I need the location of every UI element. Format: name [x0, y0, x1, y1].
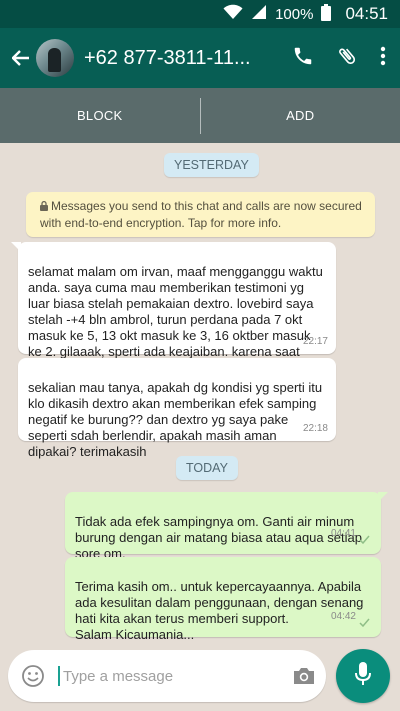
- clock: 04:51: [345, 4, 388, 23]
- add-button[interactable]: ADD: [201, 108, 400, 123]
- attach-icon[interactable]: [336, 44, 358, 73]
- text-caret: [58, 666, 60, 686]
- message-composer: Type a message: [8, 650, 326, 702]
- encryption-notice[interactable]: Messages you send to this chat and calls…: [26, 192, 375, 237]
- message-input-placeholder: Type a message: [63, 667, 174, 685]
- mic-icon: [354, 661, 372, 692]
- contact-name[interactable]: +62 877-3811-11...: [84, 47, 264, 70]
- message-text: Tidak ada efek sampingnya om. Ganti air …: [75, 514, 362, 561]
- message-time: 04:41: [330, 528, 356, 539]
- back-arrow-icon[interactable]: [6, 50, 36, 66]
- message-time: 04:42: [330, 611, 356, 622]
- camera-icon[interactable]: [282, 666, 326, 686]
- date-divider-yesterday: YESTERDAY: [164, 153, 259, 177]
- chat-area[interactable]: YESTERDAY Messages you send to this chat…: [0, 143, 400, 643]
- contact-action-bar: BLOCK ADD: [0, 88, 400, 143]
- status-bar: 100% 04:51: [0, 0, 400, 28]
- wifi-icon: [223, 4, 243, 24]
- battery-label: 100%: [275, 5, 314, 23]
- message-time: 22:17: [302, 336, 328, 347]
- double-check-icon: [359, 518, 373, 550]
- battery-icon: [321, 3, 332, 25]
- more-icon[interactable]: [380, 46, 386, 71]
- chat-header: +62 877-3811-11...: [0, 28, 400, 88]
- message-bubble-outgoing[interactable]: Terima kasih om.. untuk kepercayaannya. …: [65, 557, 381, 642]
- emoji-icon[interactable]: [8, 664, 58, 688]
- message-time: 22:18: [302, 423, 328, 434]
- block-button[interactable]: BLOCK: [0, 108, 200, 123]
- phone-icon[interactable]: [292, 45, 314, 72]
- avatar[interactable]: [36, 39, 74, 77]
- signal-icon: [251, 4, 267, 24]
- message-input[interactable]: Type a message: [58, 666, 282, 686]
- lock-icon: [40, 199, 48, 215]
- message-text: Terima kasih om.. untuk kepercayaannya. …: [75, 579, 364, 642]
- message-bubble-incoming[interactable]: sekalian mau tanya, apakah dg kondisi yg…: [18, 358, 336, 459]
- encryption-notice-text: Messages you send to this chat and calls…: [40, 199, 362, 230]
- date-divider-today: TODAY: [176, 456, 238, 480]
- message-bubble-outgoing[interactable]: Tidak ada efek sampingnya om. Ganti air …: [65, 492, 388, 593]
- double-check-icon: [359, 601, 373, 633]
- mic-button[interactable]: [336, 649, 390, 703]
- message-bubble-incoming[interactable]: selamat malam om irvan, maaf mengganggu …: [11, 242, 336, 375]
- message-text: sekalian mau tanya, apakah dg kondisi yg…: [28, 380, 323, 459]
